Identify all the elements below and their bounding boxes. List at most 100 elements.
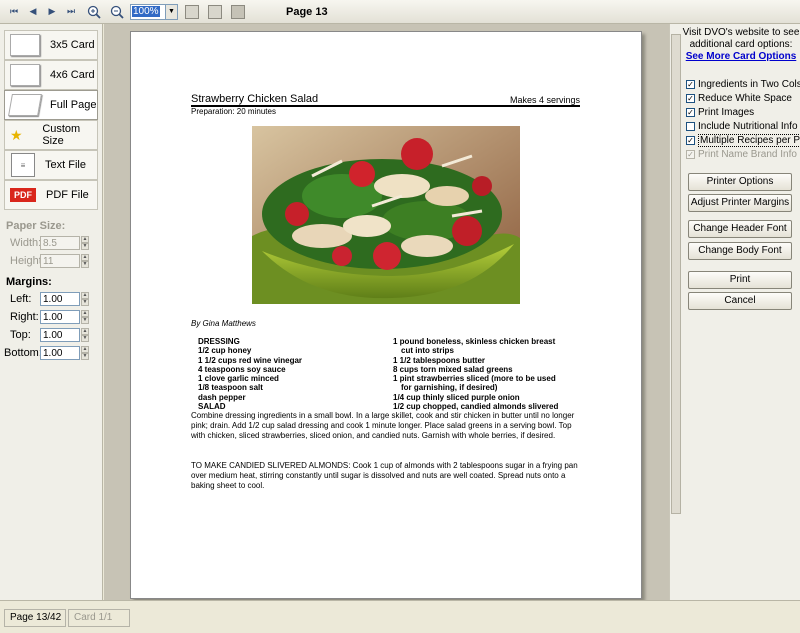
single-page-icon[interactable]: [185, 4, 199, 19]
recipe-photo: [252, 126, 520, 304]
option-label: Include Nutritional Info: [698, 121, 798, 132]
checkbox-checked[interactable]: ✓: [686, 94, 695, 103]
ingredient-item: 4 teaspoons soy sauce: [198, 364, 286, 374]
printer-options-button[interactable]: Printer Options: [688, 173, 792, 191]
full-page-button[interactable]: Full Page: [4, 90, 98, 120]
ingredient-item: 1/4 cup thinly sliced purple onion: [393, 392, 520, 402]
width-spinner[interactable]: ▲ ▼: [81, 236, 89, 250]
margin-left-spinner[interactable]: ▲ ▼: [81, 292, 89, 306]
preview-scrollbar[interactable]: [669, 24, 682, 600]
margin-top-input[interactable]: 1.00: [40, 328, 80, 342]
ingredient-item: dash pepper: [198, 392, 246, 402]
option-include-nutritional-info[interactable]: Include Nutritional Info: [686, 121, 800, 132]
margin-left-label: Left:: [10, 293, 32, 305]
checkbox-unchecked[interactable]: [686, 122, 695, 131]
margin-right-input[interactable]: 1.00: [40, 310, 80, 324]
zoom-out-icon[interactable]: [109, 4, 125, 20]
zoom-select[interactable]: 100% ▼: [130, 3, 178, 20]
status-page-count: Page 13/42: [4, 609, 66, 627]
card-4x6-button[interactable]: 4x6 Card: [4, 60, 98, 90]
change-header-font-button[interactable]: Change Header Font: [688, 220, 792, 238]
option-label: Ingredients in Two Cols: [698, 79, 800, 90]
recipe-instructions: Combine dressing ingredients in a small …: [191, 411, 575, 440]
margin-top-label: Top:: [10, 329, 31, 341]
card-4x6-label: 4x6 Card: [50, 69, 95, 81]
ingredient-item: for garnishing, if desired): [401, 383, 498, 393]
scrollbar-thumb[interactable]: [671, 34, 681, 514]
height-spinner[interactable]: ▲ ▼: [81, 254, 89, 268]
pdf-file-label: PDF File: [46, 189, 89, 201]
option-print-name-brand-info: ✓ Print Name Brand Info: [686, 149, 800, 160]
checkbox-checked[interactable]: ✓: [686, 80, 695, 89]
ingredient-item: 8 cups torn mixed salad greens: [393, 364, 513, 374]
status-card-count: Card 1/1: [68, 609, 130, 627]
pdf-file-button[interactable]: PDF PDF File: [4, 180, 98, 210]
width-input[interactable]: 8.5: [40, 236, 80, 250]
ingredients-right-column: 1 pound boneless, skinless chicken breas…: [393, 337, 558, 411]
margin-right-spinner[interactable]: ▲ ▼: [81, 310, 89, 324]
print-preview: Strawberry Chicken Salad Makes 4 serving…: [104, 24, 669, 600]
option-label: Reduce White Space: [698, 93, 792, 104]
margin-bottom-input[interactable]: 1.00: [40, 346, 80, 360]
prev-page-icon[interactable]: ◀: [25, 4, 41, 20]
margin-bottom-spinner[interactable]: ▲ ▼: [81, 346, 89, 360]
book-icon[interactable]: [231, 4, 245, 19]
option-reduce-white-space[interactable]: ✓ Reduce White Space: [686, 93, 800, 104]
ingredients-left-column: DRESSING 1/2 cup honey 1 1/2 cups red wi…: [198, 337, 302, 411]
visit-website-text: Visit DVO's website to see additional ca…: [682, 27, 800, 50]
zoom-value: 100%: [132, 6, 160, 17]
paper-size-label: Paper Size:: [6, 220, 66, 232]
option-label: Print Images: [698, 107, 755, 118]
next-page-icon[interactable]: ▶: [44, 4, 60, 20]
status-bar: Page 13/42 Card 1/1: [0, 600, 800, 633]
more-card-options-link[interactable]: See More Card Options: [682, 51, 800, 62]
recipe-header: Strawberry Chicken Salad Makes 4 serving…: [191, 93, 580, 107]
margins-label: Margins:: [6, 276, 52, 288]
text-file-label: Text File: [45, 159, 86, 171]
ingredient-item: 1/2 cup honey: [198, 346, 252, 356]
two-page-icon[interactable]: [208, 4, 222, 19]
change-body-font-button[interactable]: Change Body Font: [688, 242, 792, 260]
option-label: Print Name Brand Info: [698, 149, 797, 160]
recipe-author: By Gina Matthews: [191, 319, 256, 328]
ingredient-item: cut into strips: [401, 346, 454, 356]
margin-bottom-label: Bottom:: [4, 347, 42, 359]
page-indicator: Page 13: [286, 5, 328, 18]
text-file-icon: ≡: [11, 153, 35, 177]
zoom-in-icon[interactable]: [82, 4, 106, 20]
checkbox-checked[interactable]: ✓: [686, 108, 695, 117]
custom-size-button[interactable]: ★ Custom Size: [4, 120, 98, 150]
options-panel: Visit DVO's website to see additional ca…: [682, 24, 800, 600]
card-thumbnail-icon: [10, 64, 40, 86]
margin-top-spinner[interactable]: ▲ ▼: [81, 328, 89, 342]
pdf-icon: PDF: [10, 188, 36, 202]
option-ingredients-two-cols[interactable]: ✓ Ingredients in Two Cols: [686, 79, 800, 90]
recipe-prep-time: Preparation: 20 minutes: [191, 107, 276, 116]
chevron-down-icon[interactable]: ▼: [166, 3, 178, 20]
recipe-title: Strawberry Chicken Salad: [191, 93, 319, 105]
checkbox-checked[interactable]: ✓: [686, 136, 695, 145]
print-button[interactable]: Print: [688, 271, 792, 289]
option-multiple-recipes-per-page[interactable]: ✓ Multiple Recipes per Page: [686, 134, 800, 147]
page-thumbnail-icon: [8, 94, 42, 116]
text-file-button[interactable]: ≡ Text File: [4, 150, 98, 180]
margin-right-row: Right: 1.00 ▲ ▼: [10, 310, 102, 324]
adjust-printer-margins-button[interactable]: Adjust Printer Margins: [688, 194, 792, 212]
cancel-button[interactable]: Cancel: [688, 292, 792, 310]
margin-left-row: Left: 1.00 ▲ ▼: [10, 292, 102, 306]
recipe-notes: TO MAKE CANDIED SLIVERED ALMONDS: Cook 1…: [191, 461, 578, 490]
last-page-icon[interactable]: ⏭: [63, 4, 79, 20]
margin-left-input[interactable]: 1.00: [40, 292, 80, 306]
card-3x5-button[interactable]: 3x5 Card: [4, 30, 98, 60]
card-3x5-label: 3x5 Card: [50, 39, 95, 51]
ingredient-item: 1/2 cup chopped, candied almonds slivere…: [393, 402, 559, 412]
first-page-icon[interactable]: ⏮: [6, 4, 22, 20]
ingredient-item: 1 clove garlic minced: [198, 374, 279, 384]
ingredient-item: DRESSING: [198, 337, 240, 346]
margin-top-row: Top: 1.00 ▲ ▼: [10, 328, 102, 342]
preview-page: Strawberry Chicken Salad Makes 4 serving…: [130, 31, 642, 599]
option-print-images[interactable]: ✓ Print Images: [686, 107, 800, 118]
full-page-label: Full Page: [50, 99, 97, 111]
height-input[interactable]: 11: [40, 254, 80, 268]
ingredient-item: 1 1/2 tablespoons butter: [393, 355, 486, 365]
